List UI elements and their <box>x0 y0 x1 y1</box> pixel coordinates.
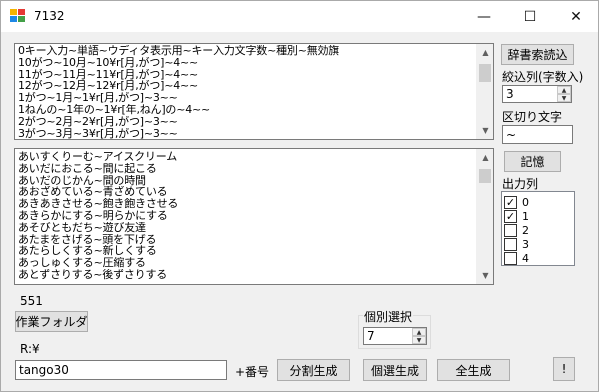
minimize-icon: — <box>477 8 491 25</box>
output-column-item[interactable]: ✓ 0 <box>504 195 529 209</box>
filename-input[interactable] <box>15 360 227 380</box>
output-columns-label: 出力列 <box>502 177 539 191</box>
maximize-button[interactable]: ☐ <box>507 1 553 32</box>
output-column-label: 3 <box>522 237 529 251</box>
scroll-down-icon[interactable]: ▼ <box>477 122 493 139</box>
split-generate-button[interactable]: 分割生成 <box>277 359 350 381</box>
checkmark-icon[interactable]: ✓ <box>504 195 517 209</box>
filter-column-stepper[interactable]: 3 ▲ ▼ <box>502 85 572 103</box>
list-item[interactable]: 10がつ~10月~10¥r[月,がつ]~4~~ <box>18 57 475 69</box>
word-list[interactable]: あいすくりーむ~アイスクリーム あいだにおこる~間に起こる あいだのじかん~間の時間… <box>14 148 494 285</box>
output-column-label: 4 <box>522 251 529 265</box>
window-title: 7132 <box>34 9 65 23</box>
stepper-up-icon[interactable]: ▲ <box>557 86 571 94</box>
maximize-icon: ☐ <box>523 8 537 25</box>
scroll-up-icon[interactable]: ▲ <box>477 44 493 61</box>
close-button[interactable]: ✕ <box>553 1 599 32</box>
delimiter-label: 区切り文字 <box>502 110 563 124</box>
delimiter-input[interactable] <box>502 125 573 144</box>
list-item[interactable]: あきあきさせる~飽き飽きさせる <box>18 198 475 210</box>
output-column-item[interactable]: 4 <box>504 251 529 265</box>
list-item[interactable]: 12がつ~12月~12¥r[月,がつ]~4~~ <box>18 80 475 92</box>
list-item[interactable]: あきらかにする~明らかにする <box>18 210 475 222</box>
filter-column-label: 絞込列(字数入) <box>502 70 584 84</box>
list-item[interactable]: あいすくりーむ~アイスクリーム <box>18 151 475 163</box>
work-folder-button[interactable]: 作業フォルダ <box>15 311 88 332</box>
list-item[interactable]: あおざめている~青ざめている <box>18 186 475 198</box>
path-label: R:¥ <box>20 342 40 356</box>
list-item[interactable]: あたらしくする~新しくする <box>18 245 475 257</box>
individual-select-label: 個別選択 <box>363 308 414 325</box>
minimize-button[interactable]: — <box>461 1 507 32</box>
app-icon <box>10 9 26 23</box>
checkmark-icon[interactable]: ✓ <box>504 209 517 223</box>
header-list[interactable]: 0キー入力~単語~ウディタ表示用~キー入力文字数~種別~無効旗 10がつ~10月~… <box>14 43 494 140</box>
individual-generate-button[interactable]: 個選生成 <box>363 359 427 381</box>
output-column-item[interactable]: 3 <box>504 237 529 251</box>
output-column-item[interactable]: 2 <box>504 223 529 237</box>
output-column-item[interactable]: ✓ 1 <box>504 209 529 223</box>
list-item[interactable]: 2がつ~2月~2¥r[月,がつ]~3~~ <box>18 116 475 128</box>
stepper-down-icon[interactable]: ▼ <box>557 94 571 102</box>
item-count: 551 <box>20 294 43 308</box>
header-list-scrollbar[interactable]: ▲ ▼ <box>476 44 493 139</box>
list-item[interactable]: あとずさりする~後ずさりする <box>18 269 475 281</box>
output-column-label: 1 <box>522 209 529 223</box>
scroll-down-icon[interactable]: ▼ <box>477 267 493 284</box>
checkbox-empty-icon[interactable] <box>504 237 517 251</box>
stepper-up-icon[interactable]: ▲ <box>412 328 426 336</box>
remember-button[interactable]: 記憶 <box>504 151 561 172</box>
stepper-down-icon[interactable]: ▼ <box>412 336 426 344</box>
word-list-scrollbar[interactable]: ▲ ▼ <box>476 149 493 284</box>
list-item[interactable]: 11がつ~11月~11¥r[月,がつ]~4~~ <box>18 69 475 81</box>
scroll-thumb[interactable] <box>479 169 491 183</box>
list-item[interactable]: あたまをさげる~頭を下げる <box>18 234 475 246</box>
scroll-thumb[interactable] <box>479 64 491 82</box>
output-columns-list[interactable]: ✓ 0 ✓ 1 2 3 4 <box>501 191 575 266</box>
output-column-label: 0 <box>522 195 529 209</box>
list-item[interactable]: あいだにおこる~間に起こる <box>18 163 475 175</box>
list-item[interactable]: あいだのじかん~間の時間 <box>18 175 475 187</box>
output-column-label: 2 <box>522 223 529 237</box>
scroll-up-icon[interactable]: ▲ <box>477 149 493 166</box>
filter-column-value: 3 <box>506 87 514 101</box>
checkbox-empty-icon[interactable] <box>504 223 517 237</box>
title-bar: 7132 — ☐ ✕ <box>1 1 598 32</box>
load-dictionary-button[interactable]: 辞書索読込 <box>501 44 574 65</box>
number-suffix-label: +番号 <box>235 365 270 379</box>
main-window: 7132 — ☐ ✕ 0キー入力~単語~ウディタ表示用~キー入力文字数~種別~無… <box>0 0 599 392</box>
list-item[interactable]: あそびともだち~遊び友達 <box>18 222 475 234</box>
generate-all-button[interactable]: 全生成 <box>437 359 510 381</box>
list-item[interactable]: 1ねんの~1年の~1¥r[年,ねん]の~4~~ <box>18 104 475 116</box>
list-item[interactable]: 1がつ~1月~1¥r[月,がつ]~3~~ <box>18 92 475 104</box>
individual-select-stepper[interactable]: 7 ▲ ▼ <box>363 327 427 345</box>
list-item[interactable]: 0キー入力~単語~ウディタ表示用~キー入力文字数~種別~無効旗 <box>18 45 475 57</box>
list-item[interactable]: 3がつ~3月~3¥r[月,がつ]~3~~ <box>18 128 475 139</box>
individual-select-value: 7 <box>367 329 375 343</box>
list-item[interactable]: あっしゅくする~圧縮する <box>18 257 475 269</box>
checkbox-empty-icon[interactable] <box>504 251 517 265</box>
alert-button[interactable]: ! <box>553 357 575 381</box>
close-icon: ✕ <box>570 8 582 25</box>
